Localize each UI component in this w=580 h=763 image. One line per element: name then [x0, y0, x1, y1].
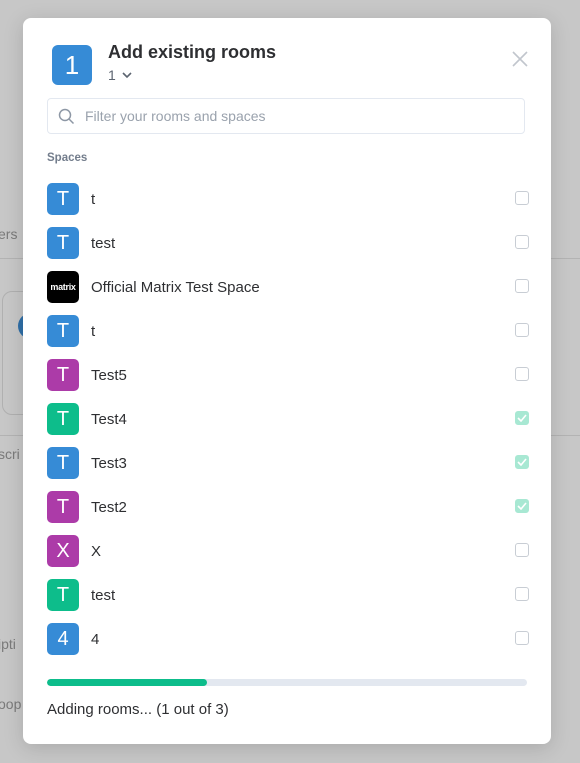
room-row[interactable]: Tt	[47, 309, 529, 353]
filter-input[interactable]	[83, 107, 507, 125]
room-name: Test2	[91, 498, 127, 516]
search-icon	[58, 108, 75, 124]
room-row[interactable]: 44	[47, 617, 529, 661]
progress-bar	[47, 679, 527, 686]
checkmark-icon	[517, 458, 527, 466]
room-name: test	[91, 586, 116, 604]
room-checkbox[interactable]	[515, 631, 529, 645]
room-row[interactable]: Ttest	[47, 221, 529, 265]
room-name: test	[91, 234, 116, 252]
room-name: 4	[91, 630, 100, 648]
room-avatar: T	[47, 227, 79, 259]
room-avatar: T	[47, 403, 79, 435]
background-text: ipti	[0, 636, 16, 652]
room-avatar: T	[47, 491, 79, 523]
room-checkbox[interactable]	[515, 235, 529, 249]
status-text: Adding rooms... (1 out of 3)	[47, 701, 229, 718]
room-name: Test5	[91, 366, 127, 384]
room-row[interactable]: matrix Official Matrix Test Space	[47, 265, 529, 309]
checkmark-icon	[517, 414, 527, 422]
room-row[interactable]: XX	[47, 529, 529, 573]
room-checkbox[interactable]	[515, 411, 529, 425]
space-selector[interactable]: 1	[108, 67, 132, 83]
background-text: ers	[0, 226, 18, 242]
chevron-down-icon	[122, 71, 132, 78]
room-name: X	[91, 542, 102, 560]
dialog-title: Add existing rooms	[108, 42, 277, 62]
room-avatar: T	[47, 359, 79, 391]
room-row[interactable]: Ttest	[47, 573, 529, 617]
progress-fill	[47, 679, 207, 686]
background-text: oop	[0, 696, 22, 712]
room-row[interactable]: Tt	[47, 177, 529, 221]
room-row[interactable]: T Test3	[47, 441, 529, 485]
space-avatar: 1	[52, 45, 92, 85]
room-checkbox[interactable]	[515, 367, 529, 381]
room-avatar: T	[47, 183, 79, 215]
room-avatar: X	[47, 535, 79, 567]
room-row[interactable]: T Test2	[47, 485, 529, 529]
room-checkbox[interactable]	[515, 587, 529, 601]
close-icon[interactable]	[511, 50, 529, 68]
room-avatar: 4	[47, 623, 79, 655]
room-checkbox[interactable]	[515, 323, 529, 337]
space-selector-label: 1	[108, 67, 116, 83]
room-checkbox[interactable]	[515, 543, 529, 557]
room-row[interactable]: T Test4	[47, 397, 529, 441]
checkmark-icon	[517, 502, 527, 510]
room-list: Tt Ttest matrix Official Matrix Test Space T…	[47, 177, 529, 661]
room-avatar: T	[47, 315, 79, 347]
room-checkbox[interactable]	[515, 455, 529, 469]
room-row[interactable]: T Test5	[47, 353, 529, 397]
filter-search	[47, 98, 525, 134]
room-name: Test4	[91, 410, 127, 428]
matrix-logo-avatar: matrix	[47, 271, 79, 303]
room-name: Official Matrix Test Space	[91, 278, 260, 296]
add-existing-rooms-dialog: 1 Add existing rooms 1 Spaces TtTtestmat…	[23, 18, 551, 744]
room-avatar: T	[47, 447, 79, 479]
section-label-spaces: Spaces	[47, 152, 88, 164]
room-name: Test3	[91, 454, 127, 472]
room-checkbox[interactable]	[515, 499, 529, 513]
background-text: scri	[0, 446, 20, 462]
room-name: t	[91, 190, 96, 208]
room-checkbox[interactable]	[515, 279, 529, 293]
room-name: t	[91, 322, 96, 340]
room-checkbox[interactable]	[515, 191, 529, 205]
room-avatar: T	[47, 579, 79, 611]
